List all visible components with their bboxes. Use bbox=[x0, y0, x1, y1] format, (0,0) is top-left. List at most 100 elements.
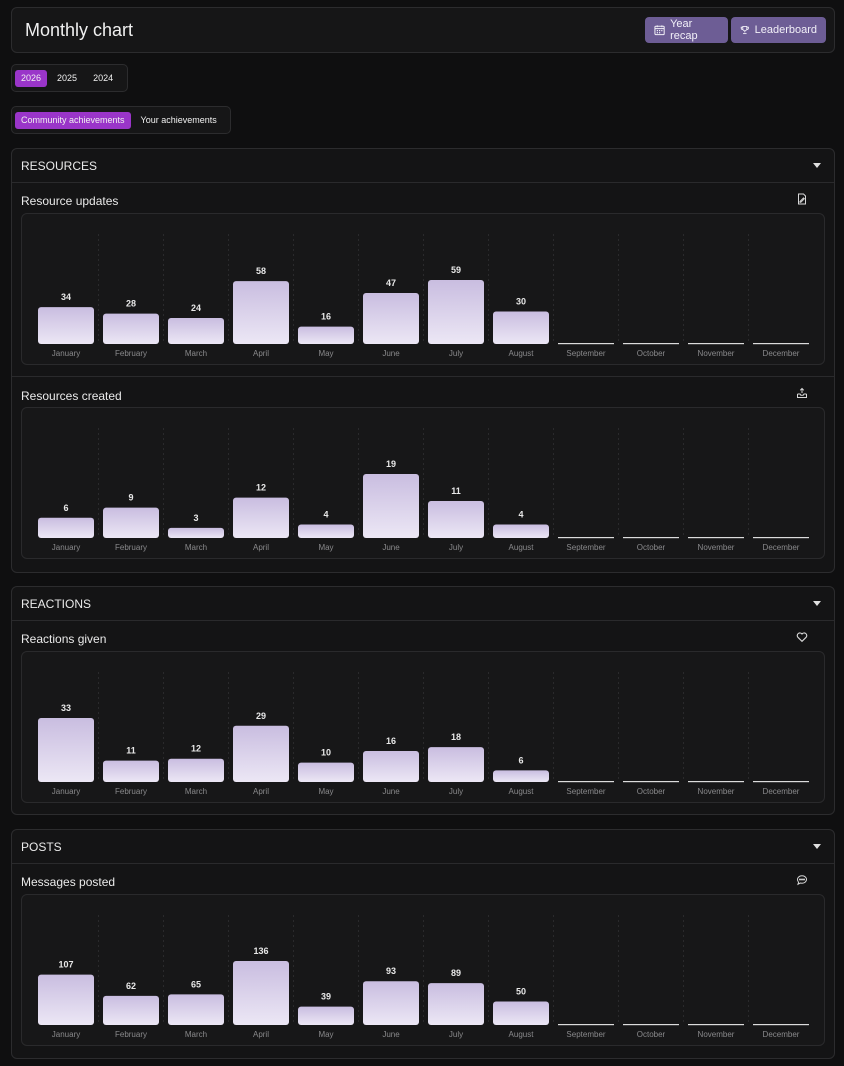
bar-value-label: 39 bbox=[321, 992, 331, 1002]
bar[interactable] bbox=[493, 524, 549, 538]
year-tab-2026[interactable]: 2026 bbox=[15, 69, 48, 87]
bar-value-label: 4 bbox=[323, 510, 328, 520]
resources-created-header: Resources created bbox=[12, 377, 834, 405]
month-tick-label: December bbox=[763, 349, 800, 358]
month-tick-label: September bbox=[566, 349, 605, 358]
bar[interactable] bbox=[103, 760, 159, 782]
bar[interactable] bbox=[428, 983, 484, 1025]
empty-bar bbox=[623, 1024, 679, 1026]
month-tick-label: October bbox=[637, 349, 666, 358]
resources-section: RESOURCES Resource updates 34 January 28 Fe… bbox=[11, 148, 835, 573]
mode-tab-your-achievements[interactable]: Your achievements bbox=[135, 112, 223, 129]
month-tick-label: May bbox=[318, 1030, 333, 1039]
bar[interactable] bbox=[168, 317, 224, 344]
resources-created-title: Resources created bbox=[21, 389, 122, 403]
month-tick-label: April bbox=[253, 787, 269, 796]
bar[interactable] bbox=[428, 500, 484, 538]
bar[interactable] bbox=[493, 1001, 549, 1025]
bar[interactable] bbox=[363, 750, 419, 782]
bar-value-label: 6 bbox=[518, 755, 523, 765]
bar[interactable] bbox=[493, 770, 549, 782]
month-tick-label: June bbox=[382, 349, 400, 358]
upload-tray-icon bbox=[797, 387, 807, 398]
bar[interactable] bbox=[298, 762, 354, 782]
bar[interactable] bbox=[233, 281, 289, 344]
year-selector: 2026 2025 2024 bbox=[11, 64, 128, 92]
bar[interactable] bbox=[298, 524, 354, 538]
month-tick-label: August bbox=[509, 1030, 535, 1039]
empty-bar bbox=[558, 343, 614, 345]
bar-chart-svg: 6 January 9 February 3 March 12 April 4 May 19 June… bbox=[38, 428, 809, 552]
month-tick-label: June bbox=[382, 787, 400, 796]
mode-tab-community-achievements[interactable]: Community achievements bbox=[15, 111, 131, 129]
caret-down-icon[interactable] bbox=[813, 601, 821, 606]
posts-section-header[interactable]: POSTS bbox=[12, 830, 834, 864]
achievement-mode-selector: Community achievements Your achievements bbox=[11, 106, 231, 134]
empty-bar bbox=[688, 781, 744, 783]
bar[interactable] bbox=[103, 507, 159, 538]
posts-section-title: POSTS bbox=[21, 840, 62, 854]
bar[interactable] bbox=[298, 1006, 354, 1025]
caret-down-icon[interactable] bbox=[813, 844, 821, 849]
bar[interactable] bbox=[38, 307, 94, 344]
bar[interactable] bbox=[168, 994, 224, 1025]
bar[interactable] bbox=[103, 995, 159, 1025]
month-tick-label: September bbox=[566, 543, 605, 552]
bar[interactable] bbox=[363, 474, 419, 538]
empty-bar bbox=[753, 1024, 809, 1026]
bar[interactable] bbox=[428, 747, 484, 782]
bar[interactable] bbox=[363, 981, 419, 1025]
posts-section: POSTS Messages posted 107 January 62 Februa… bbox=[11, 829, 835, 1059]
reactions-section-title: REACTIONS bbox=[21, 597, 92, 611]
empty-bar bbox=[688, 537, 744, 539]
calendar-icon bbox=[654, 25, 665, 36]
bar[interactable] bbox=[493, 311, 549, 344]
month-tick-label: July bbox=[449, 349, 463, 358]
month-tick-label: September bbox=[566, 787, 605, 796]
bar-value-label: 62 bbox=[126, 981, 136, 991]
bar[interactable] bbox=[168, 758, 224, 782]
month-tick-label: December bbox=[763, 543, 800, 552]
resources-section-title: RESOURCES bbox=[21, 159, 98, 173]
year-recap-button[interactable]: Year recap bbox=[645, 17, 728, 43]
empty-bar bbox=[753, 343, 809, 345]
leaderboard-label: Leaderboard bbox=[754, 24, 817, 36]
empty-bar bbox=[688, 1024, 744, 1026]
bar-value-label: 30 bbox=[516, 296, 526, 306]
resources-section-header[interactable]: RESOURCES bbox=[12, 149, 834, 183]
bar[interactable] bbox=[363, 293, 419, 344]
bar-value-label: 11 bbox=[126, 746, 136, 756]
bar[interactable] bbox=[103, 313, 159, 344]
bar-value-label: 50 bbox=[516, 986, 526, 996]
bar[interactable] bbox=[233, 725, 289, 782]
bar-chart-svg: 33 January 11 February 12 March 29 April 10 May 16… bbox=[38, 672, 809, 796]
bar-chart-svg: 107 January 62 February 65 March 136 April 39 May… bbox=[38, 915, 809, 1039]
empty-bar bbox=[753, 781, 809, 783]
month-tick-label: February bbox=[115, 787, 147, 796]
caret-down-icon[interactable] bbox=[813, 163, 821, 168]
bar[interactable] bbox=[233, 497, 289, 538]
leaderboard-button[interactable]: Leaderboard bbox=[731, 17, 826, 43]
empty-bar bbox=[558, 781, 614, 783]
chat-bubble-icon bbox=[796, 875, 808, 886]
bar[interactable] bbox=[298, 326, 354, 344]
bar-value-label: 12 bbox=[256, 483, 266, 493]
bar-value-label: 19 bbox=[386, 459, 396, 469]
reactions-section: REACTIONS Reactions given 33 January 11 Feb… bbox=[11, 586, 835, 815]
year-tab-2024[interactable]: 2024 bbox=[87, 70, 119, 87]
bar[interactable] bbox=[168, 527, 224, 538]
document-edit-icon bbox=[798, 193, 806, 205]
bar-value-label: 24 bbox=[191, 303, 201, 313]
bar-value-label: 3 bbox=[193, 513, 198, 523]
bar[interactable] bbox=[233, 961, 289, 1025]
bar[interactable] bbox=[38, 718, 94, 782]
bar-value-label: 16 bbox=[321, 312, 331, 322]
reactions-section-header[interactable]: REACTIONS bbox=[12, 587, 834, 621]
month-tick-label: October bbox=[637, 1030, 666, 1039]
year-tab-2025[interactable]: 2025 bbox=[51, 70, 83, 87]
bar[interactable] bbox=[38, 974, 94, 1025]
bar[interactable] bbox=[428, 280, 484, 344]
bar-value-label: 12 bbox=[191, 744, 201, 754]
reactions-given-title: Reactions given bbox=[21, 632, 107, 646]
bar[interactable] bbox=[38, 517, 94, 538]
